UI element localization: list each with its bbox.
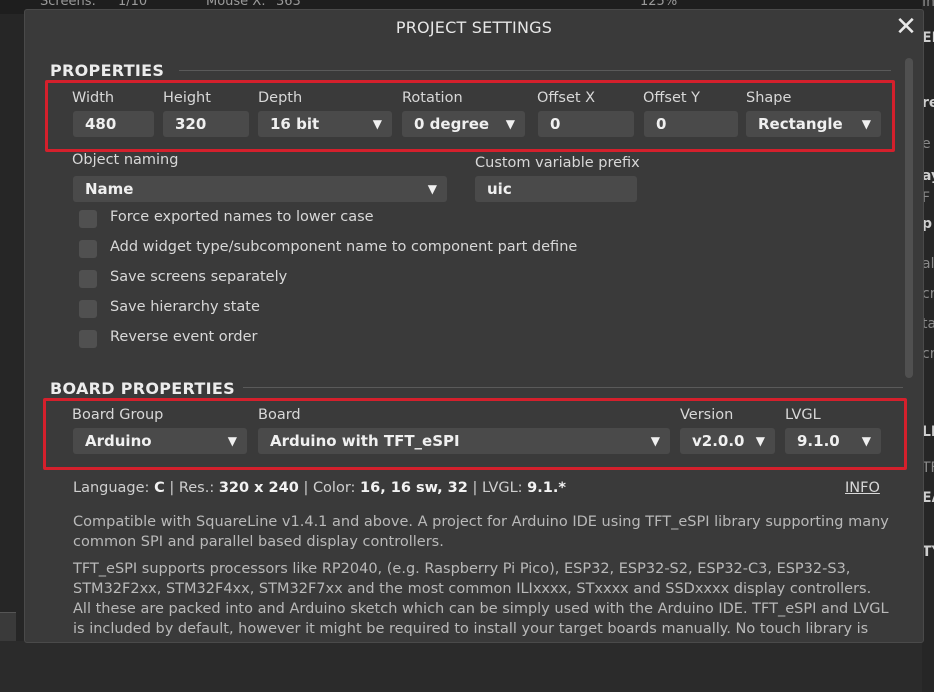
checkbox[interactable] — [79, 240, 97, 258]
bg-mouse-x-label: Mouse X: — [206, 0, 266, 9]
color-value: 16, 16 sw, 32 — [360, 480, 468, 496]
dialog-title: PROJECT SETTINGS — [395, 18, 553, 37]
lvgl-select-value: 9.1.0 — [797, 432, 840, 450]
depth-label: Depth — [258, 90, 303, 106]
chevron-down-icon: ▼ — [505, 117, 515, 131]
checkbox-row-hierarchy[interactable]: Save hierarchy state — [79, 298, 559, 320]
checkbox-row-reverse-events[interactable]: Reverse event order — [79, 328, 559, 350]
checkbox-row-widget-type[interactable]: Add widget type/subcomponent name to com… — [79, 238, 619, 260]
object-naming-label: Object naming — [72, 152, 179, 168]
bg-inspector-title: Inspe — [922, 0, 934, 10]
res-value: 320 x 240 — [218, 480, 299, 496]
bg-screens-count: 1/10 — [118, 0, 148, 9]
offset-y-label: Offset Y — [643, 90, 701, 106]
checkbox-label: Save screens separately — [110, 269, 288, 285]
separator: | — [472, 480, 478, 496]
checkbox[interactable] — [79, 330, 97, 348]
chevron-down-icon: ▼ — [755, 434, 765, 448]
height-input[interactable]: 320 — [163, 111, 249, 137]
height-label: Height — [163, 90, 211, 106]
board-select-value: Arduino with TFT_eSPI — [270, 432, 460, 450]
checkbox-label: Add widget type/subcomponent name to com… — [110, 239, 578, 255]
checkbox-row-save-screens[interactable]: Save screens separately — [79, 268, 559, 290]
board-group-label: Board Group — [72, 407, 164, 423]
checkbox[interactable] — [79, 270, 97, 288]
board-properties-section-title: BOARD PROPERTIES — [50, 379, 235, 398]
color-label: Color: — [312, 480, 356, 496]
checkbox-label: Force exported names to lower case — [110, 209, 374, 225]
scrollbar-thumb[interactable] — [905, 58, 913, 378]
shape-select[interactable]: Rectangle ▼ — [746, 111, 881, 137]
board-group-select[interactable]: Arduino ▼ — [73, 428, 247, 454]
object-naming-select[interactable]: Name ▼ — [73, 176, 447, 202]
bg-screens-label: Screens: — [40, 0, 96, 9]
properties-section-title: PROPERTIES — [50, 61, 165, 80]
checkbox[interactable] — [79, 210, 97, 228]
board-properties-divider — [243, 387, 903, 388]
separator: | — [303, 480, 309, 496]
shape-select-value: Rectangle — [758, 115, 843, 133]
bg-mouse-x-value: 363 — [276, 0, 301, 9]
version-label: Version — [680, 407, 734, 423]
separator: | — [169, 480, 175, 496]
rotation-select[interactable]: 0 degree ▼ — [402, 111, 525, 137]
close-icon[interactable]: ✕ — [893, 14, 919, 40]
checkbox-label: Reverse event order — [110, 329, 258, 345]
board-group-select-value: Arduino — [85, 432, 152, 450]
depth-select[interactable]: 16 bit ▼ — [258, 111, 392, 137]
language-label: Language: — [73, 480, 150, 496]
offset-y-input[interactable]: 0 — [644, 111, 738, 137]
info-link[interactable]: INFO — [845, 480, 880, 496]
shape-label: Shape — [746, 90, 792, 106]
lvgl-select[interactable]: 9.1.0 ▼ — [785, 428, 881, 454]
board-description-compat: Compatible with SquareLine v1.4.1 and ab… — [73, 514, 889, 550]
bg-zoom-level: 125% — [640, 0, 678, 9]
width-label: Width — [72, 90, 115, 106]
board-label: Board — [258, 407, 301, 423]
board-select[interactable]: Arduino with TFT_eSPI ▼ — [258, 428, 670, 454]
res-label: Res.: — [178, 480, 215, 496]
project-settings-dialog: PROJECT SETTINGS ✕ PROPERTIES Width 480 … — [24, 9, 924, 643]
lvgl-info-value: 9.1.* — [527, 480, 566, 496]
board-description-details: TFT_eSPI supports processors like RP2040… — [73, 561, 889, 642]
lvgl-info-label: LVGL: — [481, 480, 523, 496]
chevron-down-icon: ▼ — [861, 434, 871, 448]
depth-select-value: 16 bit — [270, 115, 320, 133]
checkbox-label: Save hierarchy state — [110, 299, 260, 315]
chevron-down-icon: ▼ — [650, 434, 660, 448]
rotation-select-value: 0 degree — [414, 115, 490, 133]
checkbox-row-lowercase[interactable]: Force exported names to lower case — [79, 208, 559, 230]
width-input[interactable]: 480 — [73, 111, 154, 137]
offset-x-label: Offset X — [537, 90, 596, 106]
background-bottom — [0, 641, 922, 692]
version-select[interactable]: v2.0.0 ▼ — [680, 428, 775, 454]
language-value: C — [154, 480, 165, 496]
chevron-down-icon: ▼ — [427, 182, 437, 196]
custom-prefix-input[interactable]: uic — [475, 176, 637, 202]
version-select-value: v2.0.0 — [692, 432, 745, 450]
offset-x-input[interactable]: 0 — [538, 111, 634, 137]
chevron-down-icon: ▼ — [372, 117, 382, 131]
background-left-panel — [0, 14, 24, 692]
rotation-label: Rotation — [402, 90, 463, 106]
chevron-down-icon: ▼ — [227, 434, 237, 448]
properties-divider — [179, 70, 891, 71]
board-info-summary: Language: C | Res.: 320 x 240 | Color: 1… — [73, 480, 566, 496]
object-naming-select-value: Name — [85, 180, 134, 198]
checkbox[interactable] — [79, 300, 97, 318]
chevron-down-icon: ▼ — [861, 117, 871, 131]
custom-prefix-label: Custom variable prefix — [475, 155, 640, 171]
lvgl-label: LVGL — [785, 407, 821, 423]
